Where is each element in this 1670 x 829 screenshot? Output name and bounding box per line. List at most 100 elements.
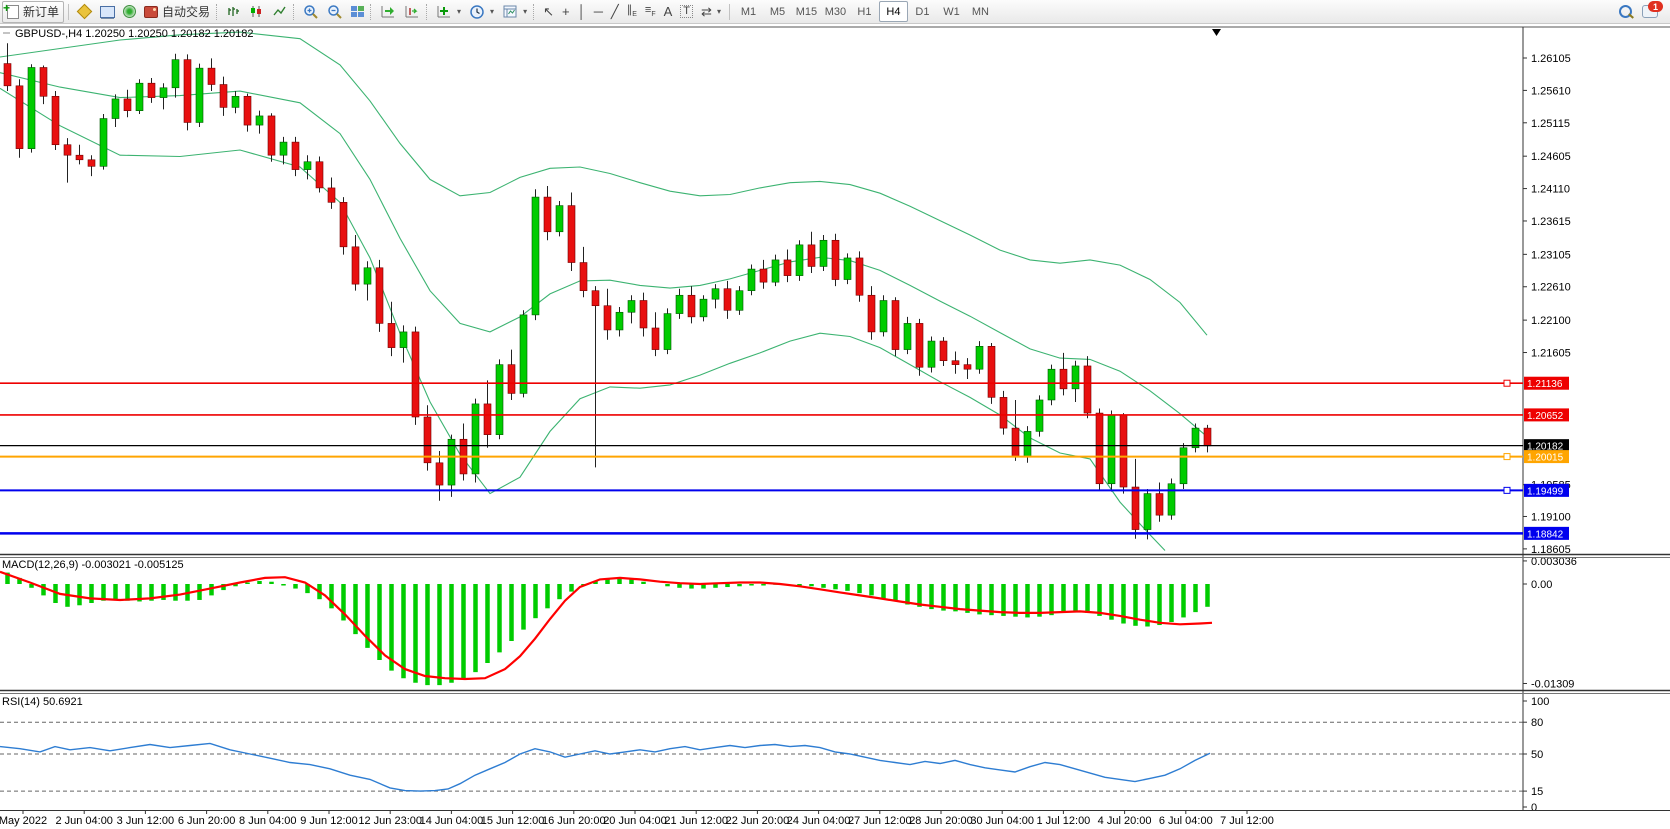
candle[interactable] — [316, 157, 323, 193]
candle[interactable] — [772, 255, 779, 286]
market-watch-button[interactable] — [96, 2, 119, 22]
candle[interactable] — [724, 281, 731, 319]
candle[interactable] — [220, 77, 227, 116]
price-level-line[interactable]: 1.18842 — [0, 527, 1569, 541]
candle[interactable] — [364, 261, 371, 300]
candle[interactable] — [604, 289, 611, 340]
arrows-tool-button[interactable]: ⇄▾ — [697, 2, 725, 22]
candle[interactable] — [592, 286, 599, 467]
candle[interactable] — [820, 235, 827, 271]
candle[interactable] — [40, 66, 47, 105]
cursor-tool-button[interactable]: ↖ — [539, 2, 558, 22]
auto-scroll-button[interactable] — [376, 2, 400, 22]
candle[interactable] — [1108, 410, 1115, 491]
autotrade-button[interactable]: 自动交易 — [140, 2, 214, 22]
price-level-line[interactable]: 1.20015 — [0, 450, 1569, 464]
candle[interactable] — [1060, 353, 1067, 396]
candle[interactable] — [760, 260, 767, 289]
candle[interactable] — [196, 64, 203, 127]
price-level-line[interactable]: 1.21136 — [0, 377, 1569, 391]
trendline-tool-button[interactable]: ╱ — [607, 2, 623, 22]
candle[interactable] — [1192, 424, 1199, 453]
text-tool-button[interactable]: A — [660, 2, 677, 22]
candle[interactable] — [868, 286, 875, 340]
candle[interactable] — [136, 79, 143, 114]
macd-pane[interactable] — [0, 572, 1212, 685]
line-chart-button[interactable] — [268, 2, 291, 22]
candle[interactable] — [472, 399, 479, 483]
price-axis[interactable]: 1.261051.256101.251151.246051.241101.236… — [1523, 53, 1577, 814]
zoom-in-button[interactable] — [299, 2, 323, 22]
candle[interactable] — [544, 186, 551, 240]
candlestick-series[interactable] — [4, 43, 1211, 539]
candle[interactable] — [976, 341, 983, 374]
zoom-out-button[interactable] — [323, 2, 347, 22]
periods-button[interactable]: ▾ — [465, 2, 498, 22]
candle[interactable] — [412, 327, 419, 425]
candle[interactable] — [1168, 479, 1175, 520]
candlestick-chart-button[interactable] — [245, 2, 268, 22]
signals-button[interactable] — [119, 2, 140, 22]
candle[interactable] — [64, 138, 71, 183]
price-level-line[interactable]: 1.19499 — [0, 484, 1569, 498]
candle[interactable] — [232, 91, 239, 113]
crosshair-tool-button[interactable]: + — [558, 2, 574, 22]
timeframe-button-m1[interactable]: M1 — [734, 1, 763, 22]
candle[interactable] — [556, 201, 563, 236]
search-icon[interactable] — [1619, 5, 1632, 18]
candle[interactable] — [208, 58, 215, 91]
candle[interactable] — [640, 293, 647, 337]
candle[interactable] — [148, 78, 155, 103]
candle[interactable] — [280, 137, 287, 164]
timeframe-button-m15[interactable]: M15 — [792, 1, 821, 22]
candle[interactable] — [1072, 361, 1079, 402]
candle[interactable] — [676, 289, 683, 319]
candle[interactable] — [244, 94, 251, 132]
horizontal-line-tool-button[interactable]: ─ — [590, 2, 607, 22]
candle[interactable] — [664, 308, 671, 354]
candle[interactable] — [952, 352, 959, 374]
candle[interactable] — [184, 54, 191, 130]
candle[interactable] — [928, 336, 935, 372]
candle[interactable] — [88, 155, 95, 176]
candle[interactable] — [520, 310, 527, 397]
candle[interactable] — [124, 90, 131, 117]
channel-tool-button[interactable]: ∥E — [623, 2, 641, 22]
candle[interactable] — [76, 145, 83, 165]
candle[interactable] — [580, 247, 587, 297]
price-level-line[interactable]: 1.20652 — [0, 408, 1569, 422]
timeframe-button-h1[interactable]: H1 — [850, 1, 879, 22]
candle[interactable] — [1144, 489, 1151, 539]
candle[interactable] — [484, 380, 491, 447]
candle[interactable] — [448, 435, 455, 497]
candle[interactable] — [1036, 395, 1043, 436]
candle[interactable] — [700, 295, 707, 321]
timeframe-button-h4[interactable]: H4 — [879, 1, 908, 22]
candle[interactable] — [52, 91, 59, 150]
candle[interactable] — [904, 317, 911, 354]
candle[interactable] — [1012, 400, 1019, 461]
time-axis[interactable]: May 20222 Jun 04:003 Jun 12:006 Jun 20:0… — [0, 811, 1274, 827]
chat-icon[interactable]: 1 — [1642, 5, 1658, 18]
candle[interactable] — [340, 197, 347, 255]
candle[interactable] — [1096, 408, 1103, 490]
candle[interactable] — [508, 350, 515, 400]
candle[interactable] — [1120, 413, 1127, 494]
candle[interactable] — [988, 343, 995, 404]
candle[interactable] — [748, 264, 755, 295]
rsi-pane[interactable] — [0, 722, 1523, 791]
chart-shift-marker[interactable] — [1212, 29, 1221, 36]
new-order-button[interactable]: + 新订单 — [2, 1, 64, 23]
candle[interactable] — [460, 424, 467, 481]
candle[interactable] — [916, 319, 923, 376]
chart-shift-button[interactable] — [400, 2, 424, 22]
candle[interactable] — [1204, 425, 1211, 452]
metaeditor-button[interactable] — [73, 2, 96, 22]
candle[interactable] — [268, 113, 275, 161]
price-level-line[interactable]: 1.20182 — [0, 439, 1569, 453]
templates-button[interactable]: ▾ — [498, 2, 531, 22]
candle[interactable] — [712, 284, 719, 308]
chart-area[interactable]: 1.261051.256101.251151.246051.241101.236… — [0, 0, 1670, 829]
candle[interactable] — [736, 286, 743, 315]
bar-chart-button[interactable] — [222, 2, 245, 22]
